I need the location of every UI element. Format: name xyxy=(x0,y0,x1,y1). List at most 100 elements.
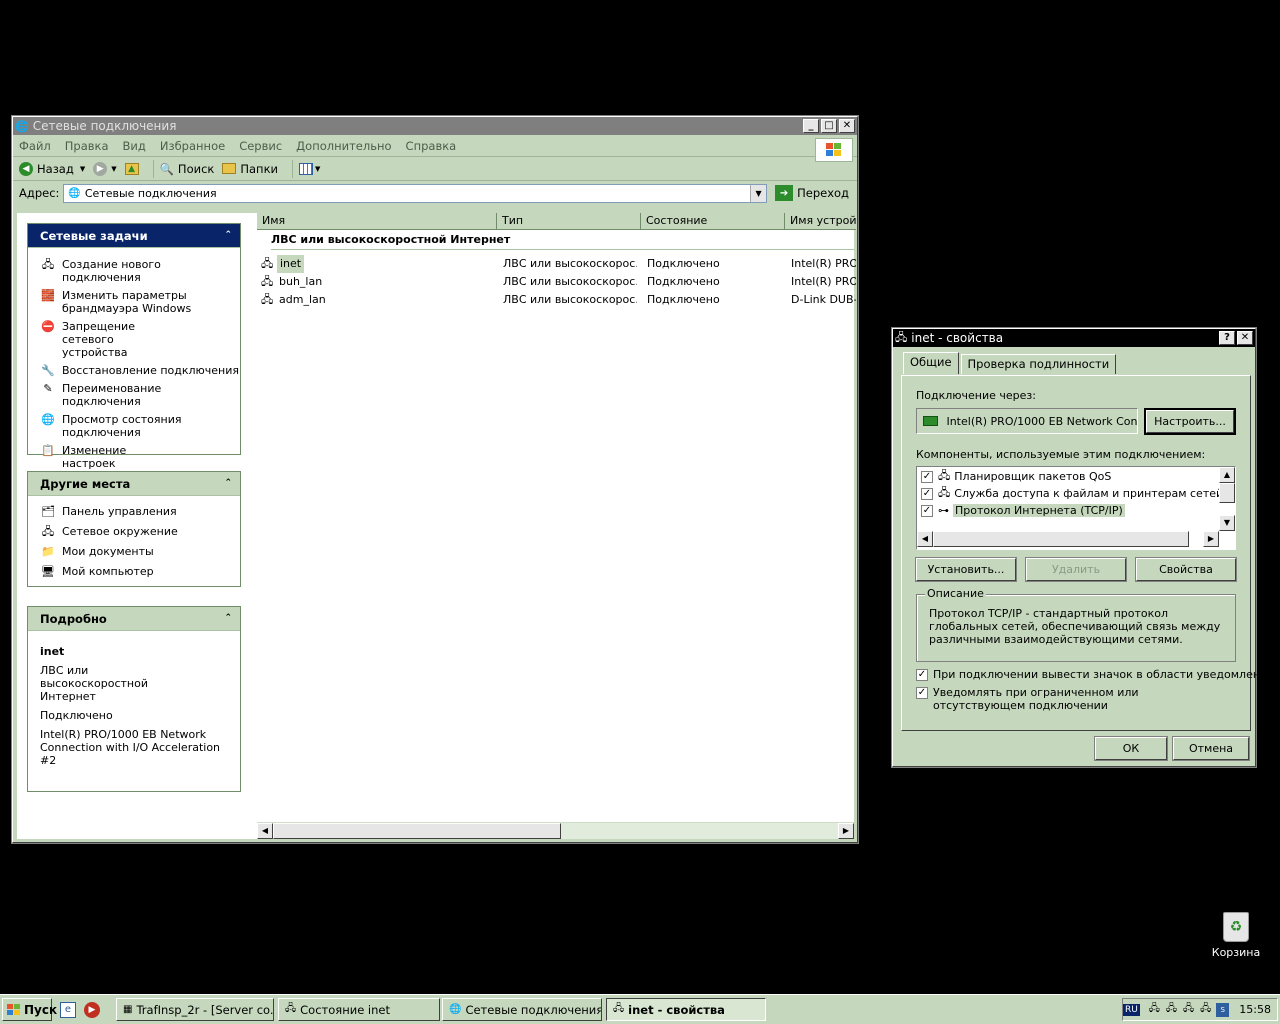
other-places-header[interactable]: Другие места ⌃ xyxy=(28,472,240,496)
task-inet-properties[interactable]: 🖧 inet - свойства xyxy=(606,998,766,1021)
group-header: ЛВС или высокоскоростной Интернет xyxy=(271,233,511,246)
lan-connection-icon: 🖧 xyxy=(613,1003,625,1014)
network-tasks-header[interactable]: Сетевые задачи ⌃ xyxy=(28,224,240,248)
folder-up-icon: ▲ xyxy=(124,162,139,175)
recycle-bin[interactable]: ♻ Корзина xyxy=(1208,912,1264,959)
scroll-up-button[interactable]: ▲ xyxy=(1219,467,1235,483)
menu-help[interactable]: Справка xyxy=(406,139,457,153)
server-tray-icon[interactable]: S xyxy=(1216,1002,1230,1017)
list-item[interactable]: ✓ 🖧 Служба доступа к файлам и принтерам … xyxy=(921,485,1235,502)
menu-edit[interactable]: Правка xyxy=(65,139,109,153)
cancel-button[interactable]: Отмена xyxy=(1172,736,1250,761)
ok-button[interactable]: ОК xyxy=(1094,736,1168,761)
task-repair[interactable]: 🔧 Восстановление подключения xyxy=(40,364,240,377)
clock[interactable]: 15:58 xyxy=(1239,1003,1271,1016)
network-tray-icon[interactable]: 🖧 xyxy=(1199,1003,1212,1017)
scroll-right-button[interactable]: ▶ xyxy=(838,823,854,839)
search-icon: 🔍 xyxy=(159,161,174,176)
explorer-titlebar[interactable]: 🌐 Сетевые подключения _ □ ✕ xyxy=(13,117,857,135)
task-rename[interactable]: ✎ Переименование подключения xyxy=(40,382,240,408)
install-button[interactable]: Установить... xyxy=(915,557,1017,582)
component-checkbox[interactable]: ✓ xyxy=(921,504,933,517)
place-network[interactable]: 🖧 Сетевое окружение xyxy=(40,525,240,538)
menu-view[interactable]: Вид xyxy=(123,139,146,153)
component-checkbox[interactable]: ✓ xyxy=(921,487,933,500)
vertical-scroll-thumb[interactable] xyxy=(1219,483,1235,503)
table-row[interactable]: 🖧 inet ЛВС или высокоскорос... Подключен… xyxy=(257,255,856,273)
place-my-documents[interactable]: 📁 Мои документы xyxy=(40,545,240,558)
horizontal-scroll-thumb[interactable] xyxy=(933,531,1189,547)
properties-dialog: 🖧 inet - свойства ? ✕ Общие Проверка под… xyxy=(891,327,1274,768)
properties-button[interactable]: Свойства xyxy=(1135,557,1237,582)
forward-button[interactable]: ▶ ▼ xyxy=(93,161,117,176)
task-status-inet[interactable]: 🖧 Состояние inet xyxy=(278,998,440,1021)
go-button[interactable]: ➔ Переход xyxy=(775,185,849,201)
minimize-button[interactable]: _ xyxy=(803,119,819,133)
collapse-chevron-icon[interactable]: ⌃ xyxy=(224,613,232,623)
scroll-thumb[interactable] xyxy=(273,823,561,839)
menu-tools[interactable]: Сервис xyxy=(239,139,282,153)
details-panel: Подробно ⌃ inet ЛВС или высокоскоростной… xyxy=(27,606,241,792)
place-my-computer[interactable]: 🖥 Мой компьютер xyxy=(40,565,240,578)
configure-button[interactable]: Настроить... xyxy=(1144,408,1236,435)
windows-logo-icon xyxy=(815,138,853,162)
scroll-left-button[interactable]: ◀ xyxy=(257,823,273,839)
task-disable-device[interactable]: ⛔ Запрещение сетевого устройства xyxy=(40,320,240,359)
search-button[interactable]: 🔍 Поиск xyxy=(160,162,215,176)
up-button[interactable]: ▲ xyxy=(124,162,139,175)
views-button[interactable]: ▼ xyxy=(299,162,320,175)
column-name[interactable]: Имя xyxy=(257,213,497,230)
help-button[interactable]: ? xyxy=(1219,331,1235,345)
limited-connection-checkbox[interactable]: ✓ xyxy=(916,687,928,699)
task-network-connections[interactable]: 🌐 Сетевые подключения xyxy=(442,998,602,1021)
network-tray-icon[interactable]: 🖧 xyxy=(1148,1003,1161,1017)
task-firewall[interactable]: 🧱 Изменить параметры брандмауэра Windows xyxy=(40,289,240,315)
component-checkbox[interactable]: ✓ xyxy=(921,470,933,483)
collapse-chevron-icon[interactable]: ⌃ xyxy=(224,478,232,488)
language-indicator[interactable]: RU xyxy=(1122,1003,1140,1016)
column-device[interactable]: Имя устройст xyxy=(785,213,856,230)
network-tray-icon[interactable]: 🖧 xyxy=(1165,1003,1178,1017)
close-button[interactable]: ✕ xyxy=(839,119,855,133)
repair-icon: 🔧 xyxy=(41,364,55,377)
list-item[interactable]: ✓ ⊶ Протокол Интернета (TCP/IP) xyxy=(921,502,1125,519)
place-control-panel[interactable]: 🗂 Панель управления xyxy=(40,505,240,518)
dialog-titlebar[interactable]: 🖧 inet - свойства ? ✕ xyxy=(893,329,1255,347)
maximize-button[interactable]: □ xyxy=(821,119,837,133)
quicklaunch-ie-icon[interactable]: e xyxy=(60,1002,76,1018)
scroll-down-button[interactable]: ▼ xyxy=(1219,515,1235,531)
table-row[interactable]: 🖧 adm_lan ЛВС или высокоскорос... Подклю… xyxy=(257,291,856,309)
task-new-connection[interactable]: 🖧 Создание нового подключения xyxy=(40,258,240,284)
table-row[interactable]: 🖧 buh_lan ЛВС или высокоскорос... Подклю… xyxy=(257,273,856,291)
limited-connection-option[interactable]: ✓ Уведомлять при ограниченном или отсутс… xyxy=(916,686,1223,712)
app-icon: ▦ xyxy=(123,1004,133,1015)
scroll-right-button[interactable]: ▶ xyxy=(1203,531,1219,547)
horizontal-scrollbar[interactable]: ◀ ▶ xyxy=(257,822,854,839)
details-header[interactable]: Подробно ⌃ xyxy=(28,607,240,631)
menu-file[interactable]: Файл xyxy=(19,139,51,153)
tab-general[interactable]: Общие xyxy=(903,352,959,374)
task-trafinsp[interactable]: ▦ TrafInsp_2r - [Server co... xyxy=(116,998,274,1021)
address-dropdown-button[interactable]: ▼ xyxy=(750,184,767,202)
menu-bar: Файл Правка Вид Избранное Сервис Дополни… xyxy=(13,135,857,157)
column-type[interactable]: Тип xyxy=(497,213,641,230)
start-button[interactable]: Пуск xyxy=(2,998,57,1021)
tab-authentication[interactable]: Проверка подлинности xyxy=(960,354,1117,374)
task-view-status[interactable]: 🌐 Просмотр состояния подключения xyxy=(40,413,240,439)
column-status[interactable]: Состояние xyxy=(641,213,785,230)
back-button[interactable]: ◀ Назад ▼ xyxy=(19,161,85,176)
network-tray-icon[interactable]: 🖧 xyxy=(1182,1003,1195,1017)
list-item[interactable]: ✓ 🖧 Планировщик пакетов QoS xyxy=(921,468,1111,485)
quicklaunch-media-icon[interactable]: ▶ xyxy=(84,1002,100,1018)
close-button[interactable]: ✕ xyxy=(1237,331,1253,345)
menu-favorites[interactable]: Избранное xyxy=(160,139,225,153)
menu-advanced[interactable]: Дополнительно xyxy=(296,139,391,153)
scroll-left-button[interactable]: ◀ xyxy=(917,531,933,547)
folders-button[interactable]: Папки xyxy=(222,162,278,176)
collapse-chevron-icon[interactable]: ⌃ xyxy=(224,230,232,240)
address-input[interactable]: 🌐 Сетевые подключения ▼ xyxy=(63,183,768,203)
notify-icon-option[interactable]: ✓ При подключении вывести значок в облас… xyxy=(916,668,1274,681)
remove-button[interactable]: Удалить xyxy=(1025,557,1127,582)
components-list[interactable]: ✓ 🖧 Планировщик пакетов QoS ✓ 🖧 Служба д… xyxy=(916,466,1236,550)
notify-icon-checkbox[interactable]: ✓ xyxy=(916,668,928,681)
